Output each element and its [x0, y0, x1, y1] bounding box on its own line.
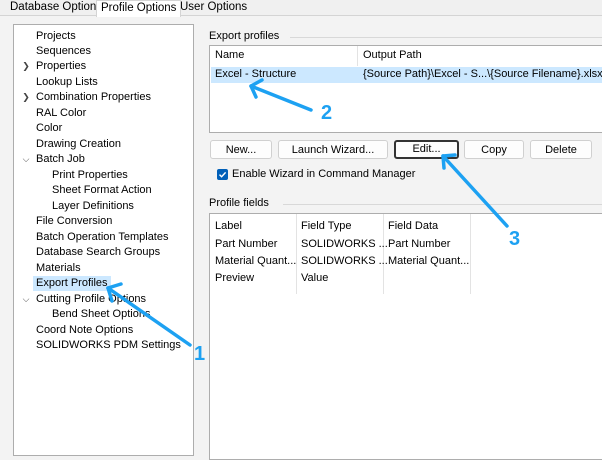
arrow-1-shaft [106, 286, 192, 347]
arrow-3-shaft [441, 154, 509, 228]
annotation-number-2: 2 [321, 102, 333, 124]
annotation-overlay [106, 78, 509, 347]
arrow-2-shaft [249, 84, 313, 112]
tab-profile-options[interactable]: Profile Options [96, 0, 182, 17]
annotation-number-3: 3 [509, 228, 521, 250]
annotation-number-1: 1 [194, 343, 206, 365]
